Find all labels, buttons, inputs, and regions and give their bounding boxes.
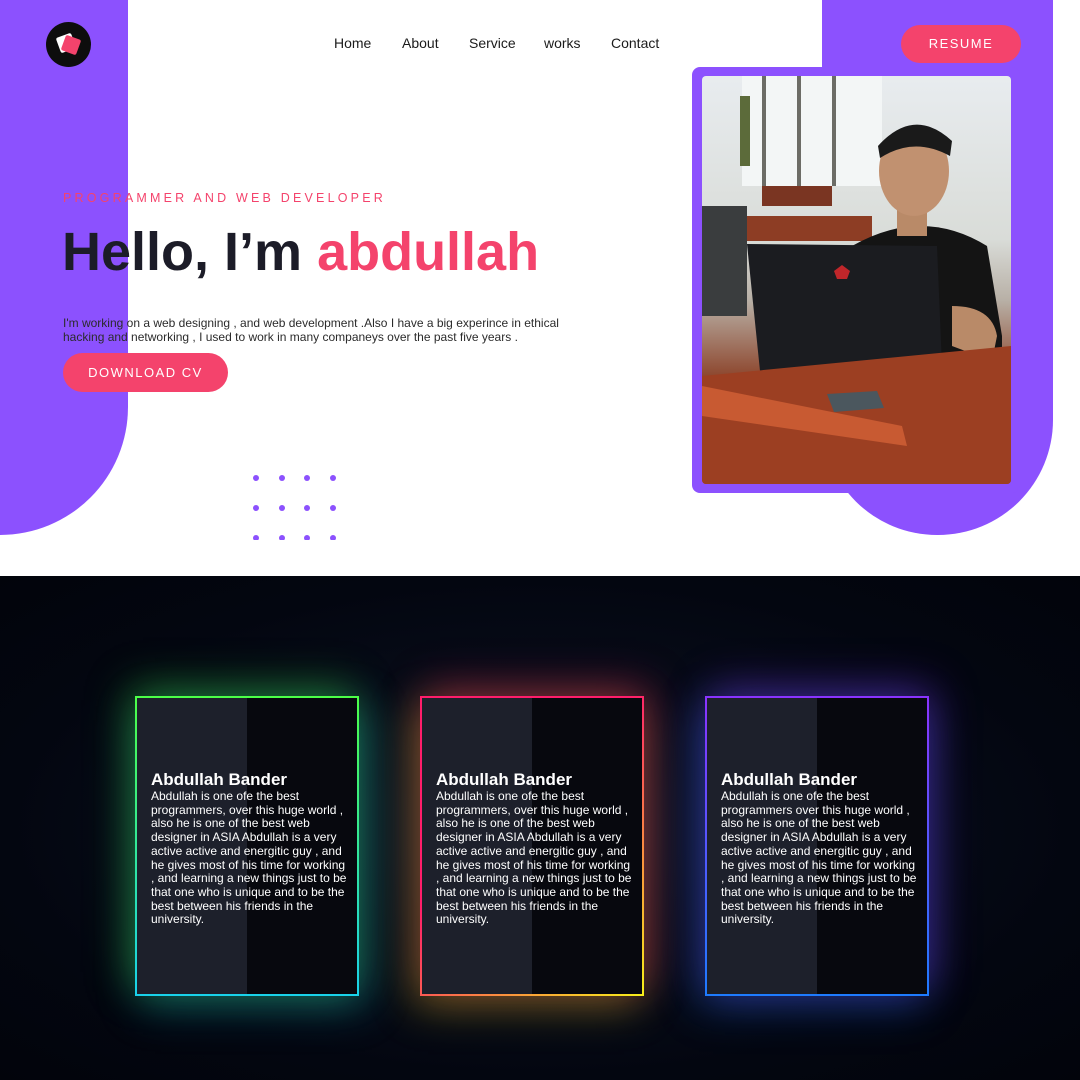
card-body: Abdullah is one ofe the best programmers… <box>721 789 917 927</box>
headline-name: abdullah <box>317 222 540 282</box>
hero-intro: I'm working on a web designing , and web… <box>63 316 559 344</box>
profile-card[interactable]: Abdullah Bander Abdullah is one ofe the … <box>135 696 359 996</box>
card-body: Abdullah is one ofe the best programmers… <box>151 789 347 927</box>
card-body: Abdullah is one ofe the best programmers… <box>436 789 632 927</box>
nav-item-works[interactable]: works <box>544 35 581 51</box>
nav-item-contact[interactable]: Contact <box>611 35 659 51</box>
nav-item-service[interactable]: Service <box>469 35 516 51</box>
hero-headline: Hello, I’m abdullah <box>62 222 539 282</box>
card-title: Abdullah Bander <box>436 770 573 789</box>
nav-item-home[interactable]: Home <box>334 35 371 51</box>
headline-greeting: Hello, I’m <box>62 222 318 282</box>
nav-item-about[interactable]: About <box>402 35 439 51</box>
profile-card[interactable]: Abdullah Bander Abdullah is one ofe the … <box>705 696 929 996</box>
resume-button[interactable]: RESUME <box>901 25 1021 63</box>
profile-photo <box>702 76 1011 484</box>
profile-card[interactable]: Abdullah Bander Abdullah is one ofe the … <box>420 696 644 996</box>
dots-decoration <box>251 473 341 540</box>
download-cv-button[interactable]: DOWNLOAD CV <box>63 353 228 392</box>
card-title: Abdullah Bander <box>151 770 288 789</box>
cards-section: Abdullah Bander Abdullah is one ofe the … <box>0 576 1080 1080</box>
hero-tagline: PROGRAMMER AND WEB DEVELOPER <box>63 191 386 205</box>
hero-section: Home About Service works Contact RESUME <box>0 0 1080 576</box>
card-title: Abdullah Bander <box>721 770 858 789</box>
